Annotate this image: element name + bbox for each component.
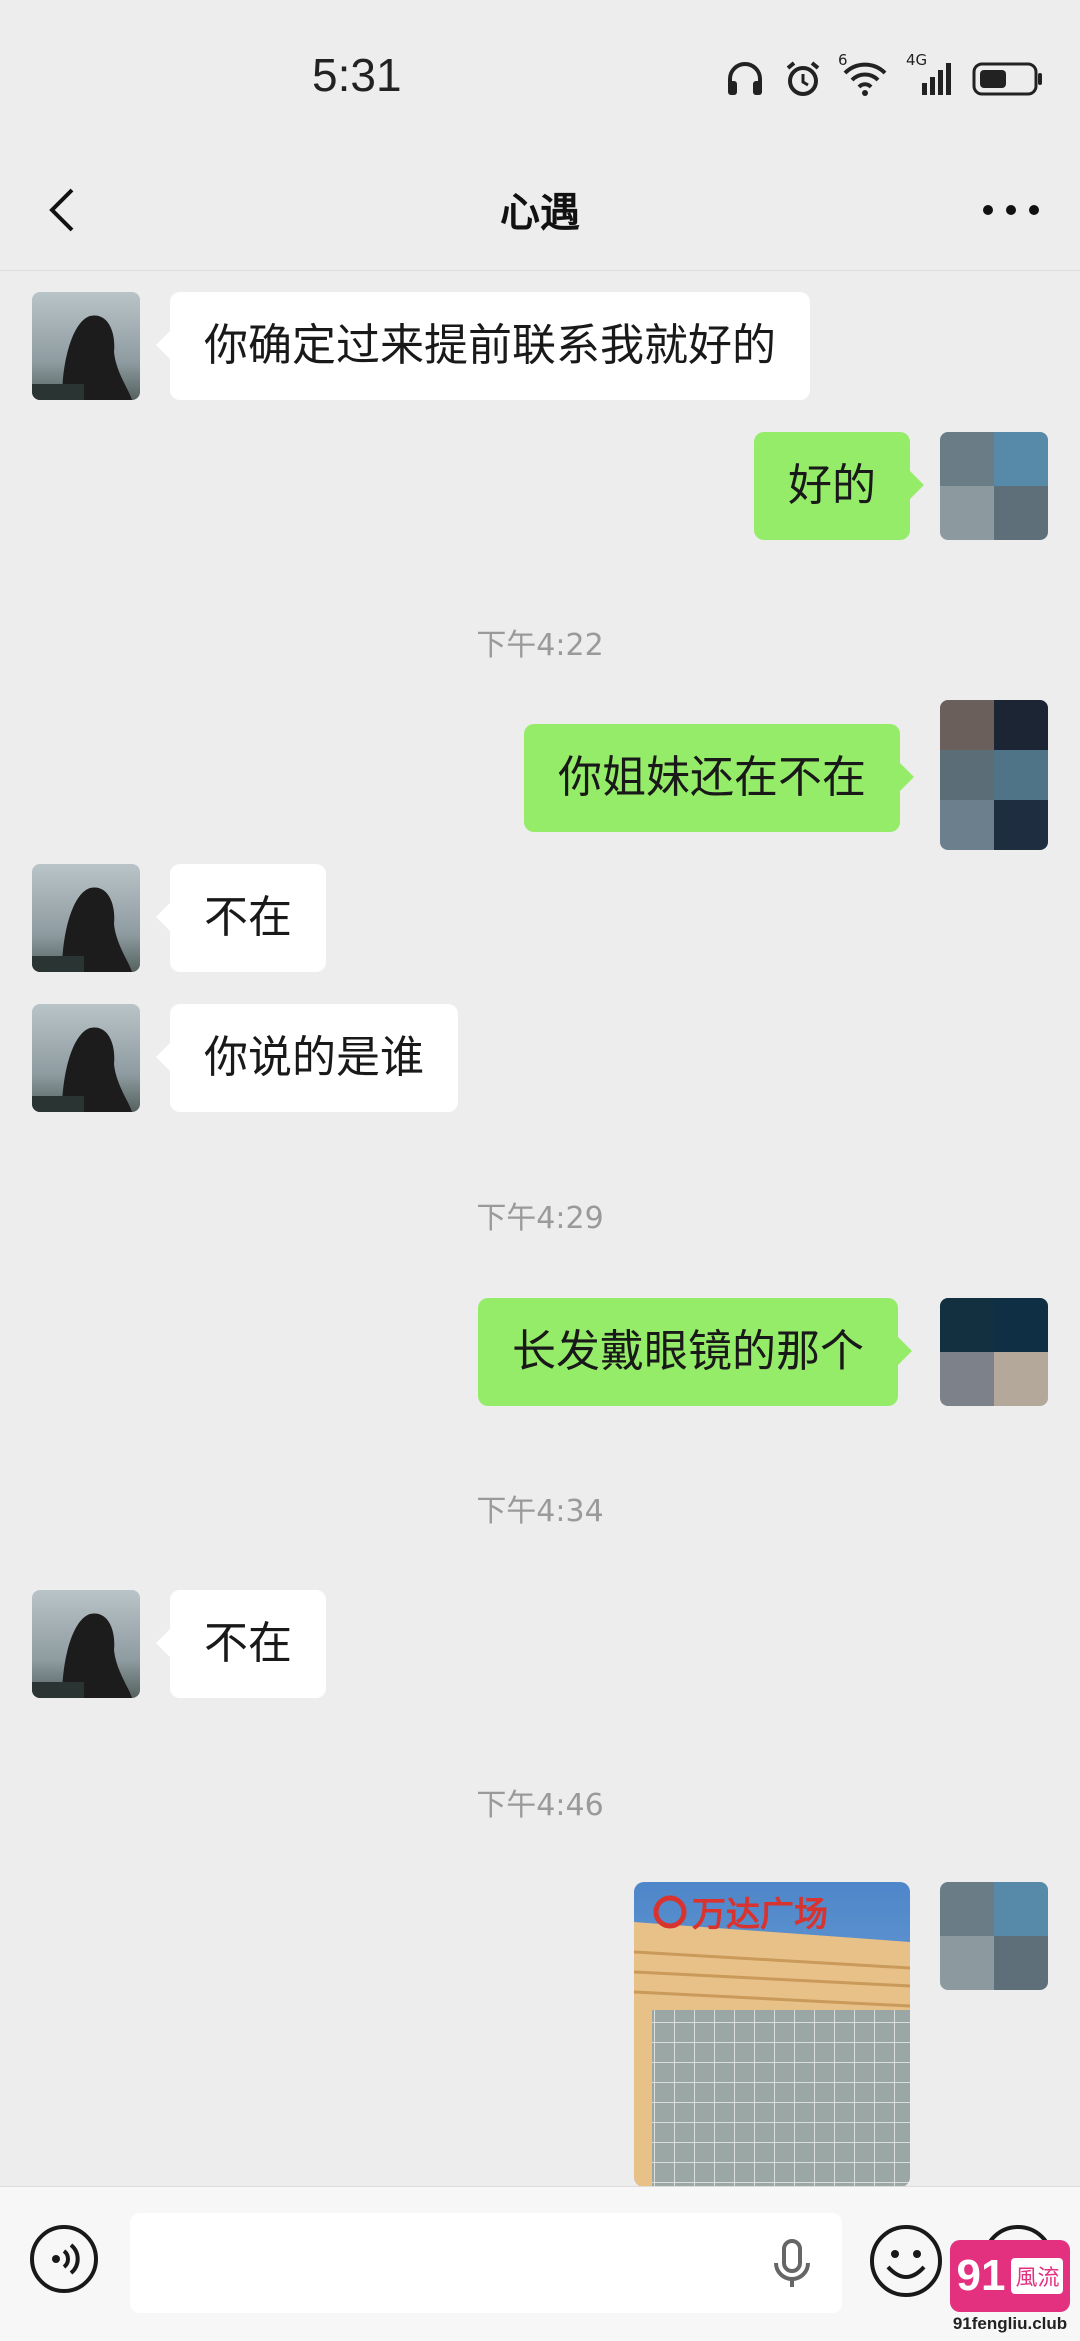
timestamp: 下午4:46 (476, 1788, 604, 1823)
microphone-icon[interactable] (770, 2239, 814, 2289)
message-bubble-incoming[interactable]: 你确定过来提前联系我就好的 (156, 292, 810, 400)
headphones-icon (726, 61, 764, 101)
my-avatar[interactable] (940, 700, 1048, 850)
contact-avatar[interactable] (32, 1590, 140, 1698)
timestamp: 下午4:34 (476, 1494, 604, 1529)
contact-avatar[interactable] (32, 1004, 140, 1112)
wifi-icon: 6 (838, 51, 888, 101)
image-message[interactable]: 万达广场 (634, 1882, 910, 2187)
emoji-icon (870, 2225, 942, 2297)
more-options-button[interactable] (976, 180, 1046, 240)
message-bubble-outgoing[interactable]: 好的 (754, 432, 924, 540)
my-avatar[interactable] (940, 432, 1048, 540)
watermark-logo: 91 風流 (950, 2240, 1070, 2312)
timestamp: 下午4:22 (476, 628, 604, 663)
alarm-icon (784, 60, 822, 102)
message-bubble-outgoing[interactable]: 长发戴眼镜的那个 (478, 1298, 912, 1406)
emoji-button[interactable] (868, 2223, 944, 2299)
watermark: 91 風流 91fengliu.club (950, 2240, 1070, 2336)
voice-input-button[interactable] (28, 2223, 100, 2295)
contact-avatar[interactable] (32, 292, 140, 400)
message-bubble-incoming[interactable]: 你说的是谁 (156, 1004, 458, 1112)
status-icons: 6 4G (726, 51, 1044, 106)
contact-avatar[interactable] (32, 864, 140, 972)
voice-input-icon (30, 2225, 98, 2293)
building-sign-text: 万达广场 (692, 1895, 828, 1935)
timestamp: 下午4:29 (476, 1201, 604, 1236)
cellular-signal-icon: 4G (906, 51, 952, 101)
message-input[interactable] (130, 2213, 842, 2313)
my-avatar[interactable] (940, 1298, 1048, 1406)
wifi-label: 6 (838, 51, 848, 69)
battery-icon (972, 61, 1044, 101)
chat-header: 心遇 (0, 150, 1080, 271)
message-bubble-outgoing[interactable]: 你姐妹还在不在 (524, 724, 914, 832)
network-label: 4G (906, 51, 928, 69)
message-bubble-incoming[interactable]: 不在 (156, 1590, 326, 1698)
watermark-text: 風流 (1011, 2258, 1064, 2294)
message-bubble-incoming[interactable]: 不在 (156, 864, 326, 972)
more-dots-icon (983, 205, 1039, 215)
chat-title: 心遇 (500, 190, 580, 236)
watermark-number: 91 (956, 2251, 1006, 2300)
status-time: 5:31 (312, 49, 402, 101)
status-bar: 5:31 6 4G (0, 0, 1080, 150)
chat-input-bar (0, 2186, 1080, 2341)
my-avatar[interactable] (940, 1882, 1048, 1990)
watermark-domain: 91fengliu.club (952, 2314, 1068, 2333)
